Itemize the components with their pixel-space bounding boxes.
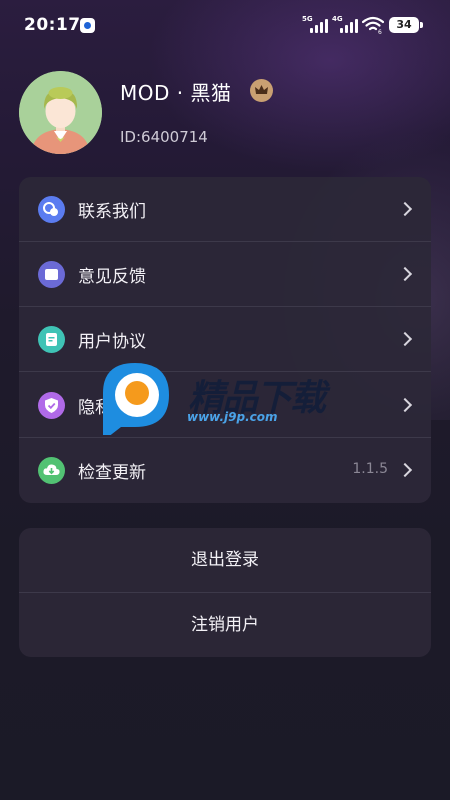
menu-item-label: 隐私协议 (78, 398, 146, 418)
avatar-illustration (19, 71, 102, 154)
privacy-icon (38, 392, 65, 419)
username: MOD · 黑猫 (120, 81, 232, 105)
menu-item-contact-us[interactable]: 联系我们 (19, 177, 431, 242)
menu-item-privacy-policy[interactable]: 隐私协议 (19, 373, 431, 438)
chevron-right-icon (397, 266, 413, 282)
chevron-right-icon (397, 462, 413, 478)
contact-icon (38, 196, 65, 223)
user-id: ID:6400714 (120, 128, 208, 146)
battery-level: 34 (396, 18, 412, 31)
account-actions: 退出登录 注销用户 (19, 528, 431, 657)
app-notification-icon (80, 18, 95, 33)
signal-5g-icon: 5G (302, 15, 328, 33)
menu-item-label: 联系我们 (78, 202, 146, 222)
chevron-right-icon (397, 201, 413, 217)
chevron-right-icon (397, 397, 413, 413)
menu-item-label: 用户协议 (78, 332, 146, 352)
menu-item-label: 检查更新 (78, 463, 146, 483)
wifi-icon: 6 (362, 16, 384, 34)
menu-item-label: 意见反馈 (78, 267, 146, 287)
agreement-icon (38, 326, 65, 353)
settings-menu: 联系我们 意见反馈 用户协议 隐私协议 检查更新 1.1.5 (19, 177, 431, 503)
menu-item-user-agreement[interactable]: 用户协议 (19, 307, 431, 372)
menu-item-check-update[interactable]: 检查更新 1.1.5 (19, 438, 431, 503)
chevron-right-icon (397, 331, 413, 347)
status-time: 20:17 (24, 15, 81, 35)
feedback-icon (38, 261, 65, 288)
deactivate-account-button[interactable]: 注销用户 (19, 593, 431, 657)
status-bar: 20:17 5G 4G 6 34 (0, 0, 450, 52)
signal-5g-label: 5G (302, 15, 313, 23)
avatar[interactable] (19, 71, 102, 154)
battery-icon: 34 (389, 17, 423, 33)
vip-crown-icon (250, 79, 273, 102)
signal-4g-icon: 4G (332, 15, 358, 33)
logout-button[interactable]: 退出登录 (19, 528, 431, 593)
app-version: 1.1.5 (352, 461, 388, 477)
signal-4g-label: 4G (332, 15, 343, 23)
divider (19, 371, 431, 372)
update-icon (38, 457, 65, 484)
menu-item-feedback[interactable]: 意见反馈 (19, 242, 431, 307)
wifi-level: 6 (378, 29, 382, 34)
